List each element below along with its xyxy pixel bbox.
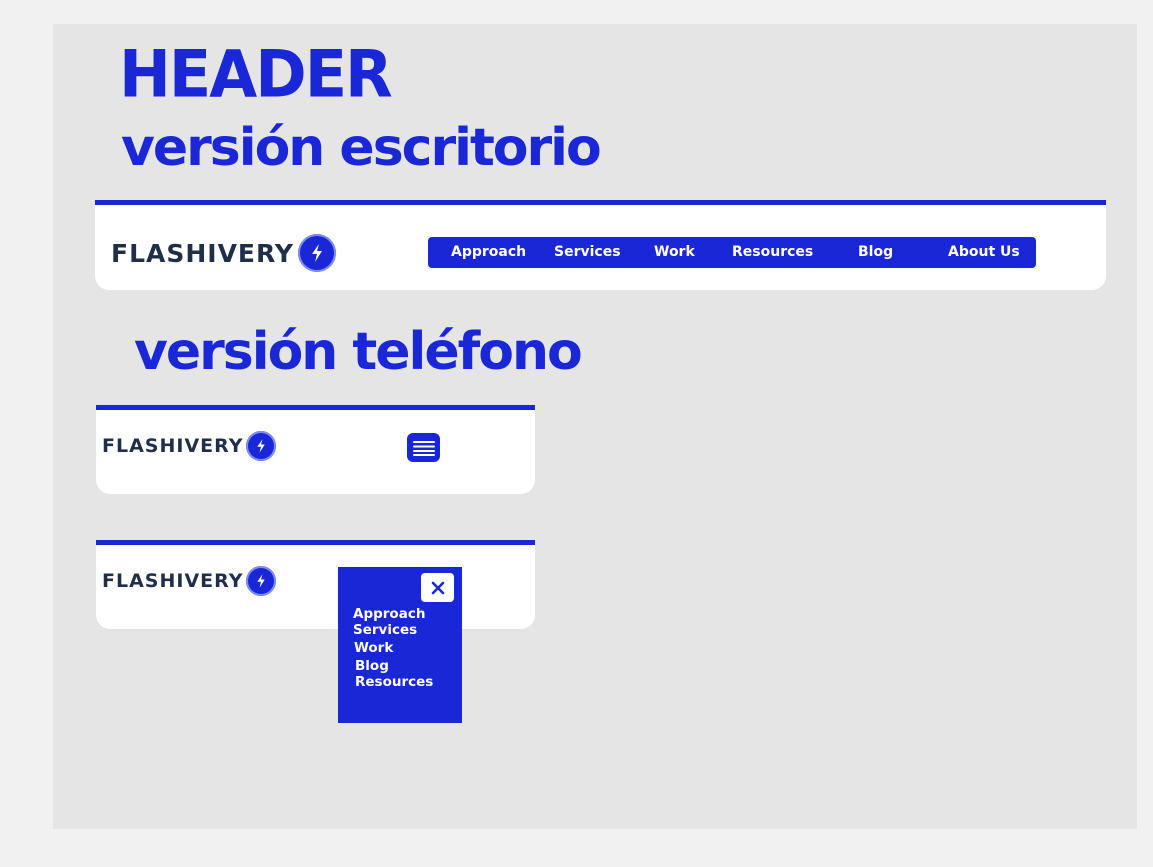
nav-item-blog[interactable]: Blog [858,237,893,268]
menu-item-work[interactable]: Work [354,640,393,656]
brand-logo[interactable]: FLASHIVERY [102,431,277,461]
hamburger-menu-icon [412,440,435,456]
lightning-bolt-icon [246,431,277,461]
mobile-menu-panel: Approach Services Work Blog Resources [338,567,462,723]
brand-name: FLASHIVERY [102,570,244,592]
brand-name: FLASHIVERY [111,238,294,268]
phone-version-heading: versión teléfono [134,322,583,382]
close-menu-button[interactable] [421,573,454,602]
page-title: HEADER [119,35,393,113]
phone-header-expanded: FLASHIVERY [96,540,535,629]
lightning-bolt-icon [246,566,277,596]
brand-name: FLASHIVERY [102,435,244,457]
brand-logo[interactable]: FLASHIVERY [111,234,336,272]
desktop-header: FLASHIVERY Approach Services Work Resour… [95,200,1106,290]
lightning-bolt-icon [298,234,336,272]
menu-item-services[interactable]: Services [353,622,417,638]
hamburger-menu-button[interactable] [407,433,440,462]
nav-item-about-us[interactable]: About Us [948,237,1020,268]
phone-header-collapsed: FLASHIVERY [96,405,535,494]
brand-logo[interactable]: FLASHIVERY [102,566,277,596]
menu-item-approach[interactable]: Approach [353,606,425,622]
nav-item-resources[interactable]: Resources [732,237,813,268]
nav-item-approach[interactable]: Approach [451,237,526,268]
menu-item-blog[interactable]: Blog [355,658,389,674]
nav-item-work[interactable]: Work [654,237,695,268]
desktop-nav-bar: Approach Services Work Resources Blog Ab… [428,237,1036,268]
nav-item-services[interactable]: Services [554,237,621,268]
menu-item-resources[interactable]: Resources [355,674,433,690]
desktop-version-heading: versión escritorio [121,118,602,178]
close-icon [431,581,444,594]
